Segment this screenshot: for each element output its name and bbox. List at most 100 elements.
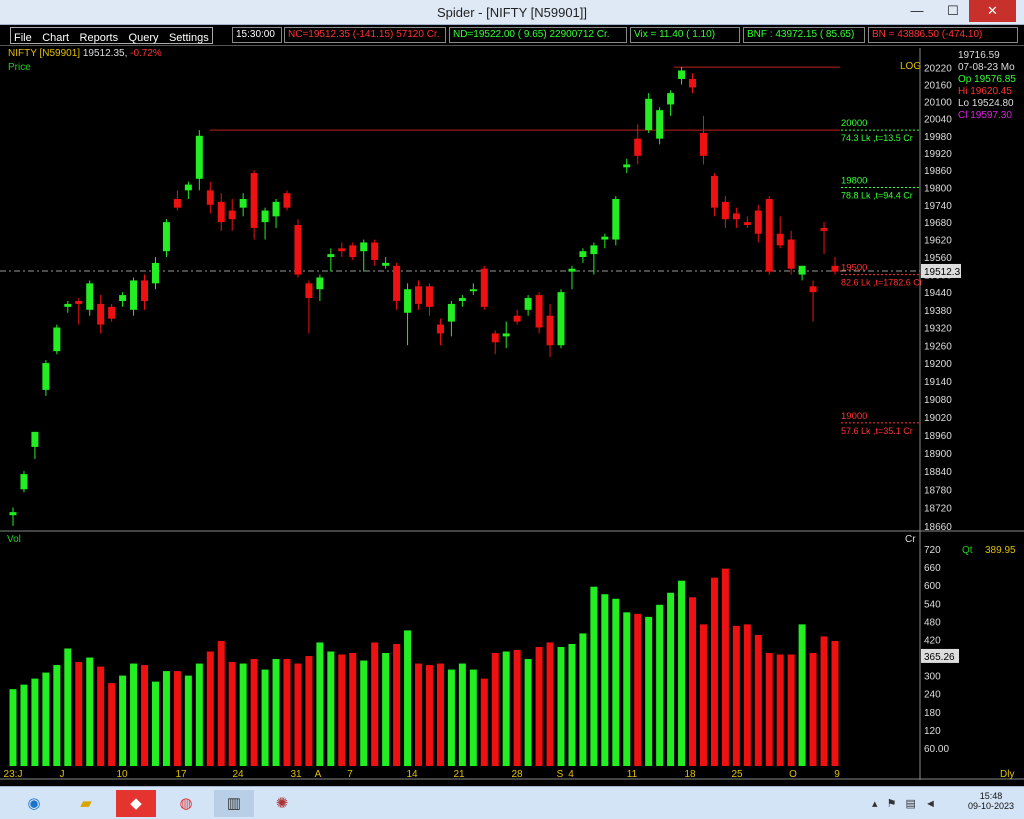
volume-bar — [217, 640, 225, 766]
candle-body — [64, 303, 72, 307]
clock-date: 09-10-2023 — [967, 801, 1014, 811]
price-tick-label: 20040 — [924, 115, 952, 126]
level-detail: 78.8 Lk ,t=94.4 Cr — [841, 190, 913, 200]
candle-body — [634, 138, 642, 156]
spider-chart-icon[interactable]: ▥ — [214, 790, 254, 817]
chrome-icon[interactable]: ◍ — [166, 790, 206, 817]
volume-bar — [678, 580, 686, 766]
candle-body — [31, 431, 39, 447]
x-tick-label: A — [315, 769, 322, 780]
candle-body — [458, 298, 466, 301]
current-volume-tag: 365.26 — [924, 652, 955, 663]
candle-body — [97, 303, 105, 325]
x-tick-label: 28 — [511, 769, 523, 780]
volume-tick-label: 120 — [924, 726, 941, 737]
volume-tick-label: 300 — [924, 672, 941, 683]
volume-bar — [579, 633, 587, 766]
volume-bar — [294, 663, 302, 766]
price-tick-label: 20220 — [924, 64, 952, 75]
volume-bar — [546, 642, 554, 766]
volume-bar — [612, 598, 620, 766]
candle-body — [108, 306, 116, 319]
candle-body — [590, 245, 598, 255]
volume-bar — [798, 624, 806, 766]
price-tick-label: 19740 — [924, 201, 952, 212]
taskbar: ◉ ▰ ◆ ◍ ▥ ✺ ▴ ⚑ ▤ ◄ 15:48 09-10-2023 — [0, 786, 1024, 819]
candle-body — [820, 227, 828, 231]
candle-body — [119, 295, 127, 301]
ohlc-top: 19716.59 — [958, 50, 1000, 61]
volume-bar — [743, 624, 751, 766]
volume-bar — [557, 646, 565, 766]
level-price: 19800 — [841, 175, 867, 186]
candle-body — [217, 201, 225, 223]
ohlc-date: 07-08-23 Mo — [958, 62, 1015, 73]
candle-body — [689, 78, 697, 88]
candle-body — [645, 98, 653, 131]
volume-bar — [42, 672, 50, 766]
volume-bar — [239, 663, 247, 766]
volume-bar — [53, 665, 61, 766]
candle-body — [754, 210, 762, 234]
level-price: 19000 — [841, 411, 867, 422]
candle-body — [656, 110, 664, 139]
x-tick-label: 9 — [834, 769, 840, 780]
candle-body — [667, 93, 675, 105]
level-price: 19500 — [841, 263, 867, 274]
candle-body — [513, 315, 521, 322]
symbol-change: -0.72% — [130, 48, 162, 59]
volume-bar — [250, 659, 258, 766]
volume-bar — [393, 643, 401, 766]
candle-body — [338, 248, 346, 252]
volume-bar — [710, 577, 718, 766]
candle-body — [239, 198, 247, 208]
candle-body — [9, 512, 17, 516]
price-tick-label: 19380 — [924, 306, 952, 317]
spider-app-icon[interactable]: ✺ — [262, 790, 302, 817]
price-tick-label: 19320 — [924, 324, 952, 335]
edge-icon[interactable]: ◉ — [14, 790, 54, 817]
chart-canvas[interactable]: 20220 20160 20100 20040 19980 19920 19860 19800… — [0, 0, 1024, 786]
candle-body — [612, 198, 620, 240]
candle-body — [283, 193, 291, 208]
candle-body — [535, 295, 543, 328]
volume-bar — [415, 663, 423, 766]
volume-bar — [436, 663, 444, 766]
volume-bar — [732, 625, 740, 766]
candle-body — [732, 213, 740, 220]
candle-body — [141, 280, 149, 301]
log-scale-label[interactable]: LOG — [900, 61, 921, 72]
level-detail: 57.6 Lk ,t=35.1 Cr — [841, 426, 913, 436]
candle-body — [425, 286, 433, 307]
x-tick-label: 10 — [116, 769, 128, 780]
x-tick-label: 11 — [627, 769, 638, 780]
volume-tick-label: 180 — [924, 708, 941, 719]
price-tick-label: 19860 — [924, 166, 952, 177]
volume-bar — [480, 678, 488, 766]
candle-body — [491, 333, 499, 343]
candle-body — [173, 198, 181, 208]
volume-bar — [568, 643, 576, 766]
x-tick-label: 24 — [232, 769, 244, 780]
volume-tick-label: 600 — [924, 581, 941, 592]
x-tick-label: 18 — [684, 769, 696, 780]
volume-bar — [535, 646, 543, 766]
candle-body — [765, 198, 773, 272]
candle-body — [151, 262, 159, 284]
volume-tick-label: 480 — [924, 617, 941, 628]
file-explorer-icon[interactable]: ▰ — [66, 790, 106, 817]
candle-body — [557, 292, 565, 346]
volume-bar — [86, 657, 94, 766]
level-price: 20000 — [841, 118, 867, 129]
current-price-tag: 19512.3 — [924, 267, 961, 278]
volume-bar — [656, 604, 664, 766]
price-tick-label: 20160 — [924, 81, 952, 92]
volume-bar — [667, 592, 675, 766]
price-tick-label: 19020 — [924, 413, 952, 424]
candle-body — [250, 173, 258, 228]
anydesk-icon[interactable]: ◆ — [116, 790, 156, 817]
volume-bar — [327, 651, 335, 766]
tray-icons[interactable]: ▴ ⚑ ▤ ◄ — [872, 797, 939, 810]
system-clock[interactable]: 15:48 09-10-2023 — [968, 791, 1014, 811]
qt-label: Qt — [962, 545, 973, 556]
